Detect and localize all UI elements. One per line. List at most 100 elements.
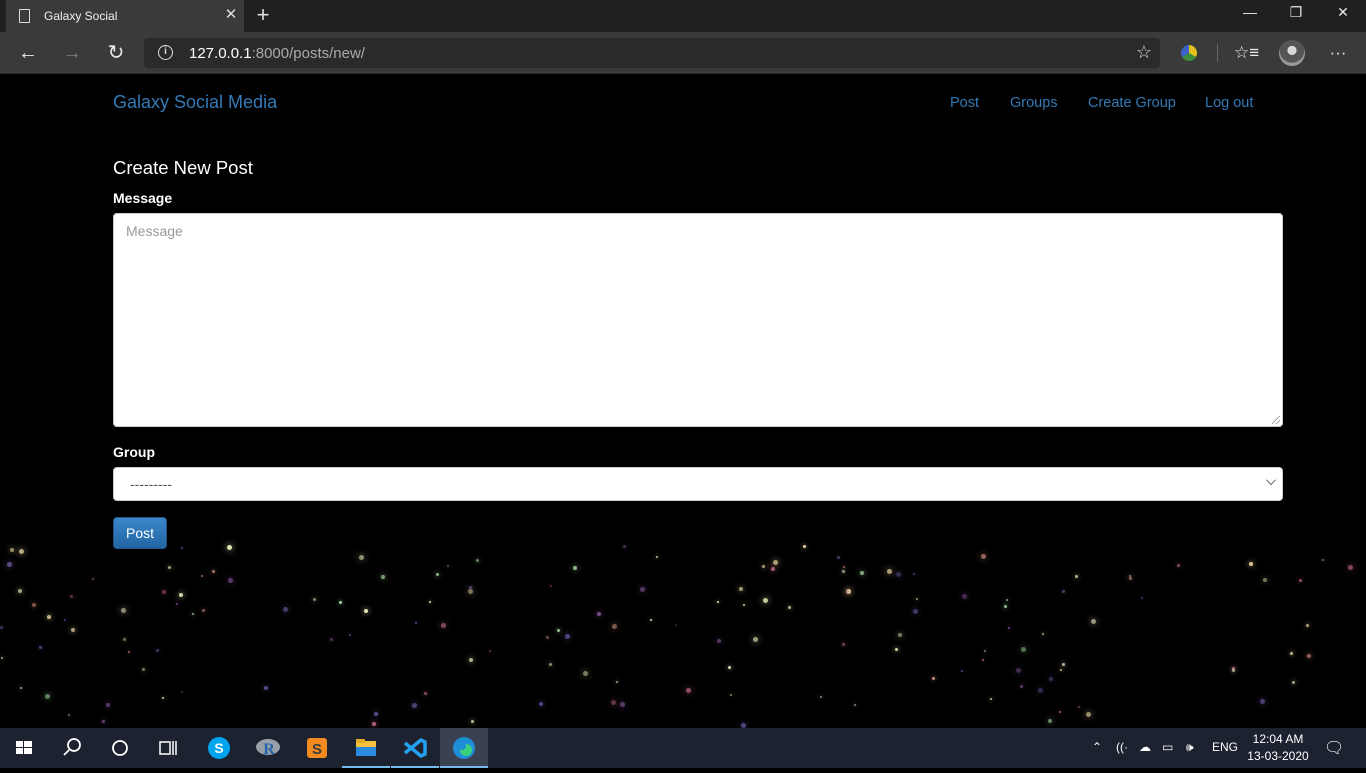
file-explorer-icon[interactable]: [342, 728, 390, 768]
close-window-icon[interactable]: ✕: [1325, 2, 1361, 24]
post-submit-button[interactable]: Post: [113, 517, 167, 549]
background-star: [18, 589, 22, 593]
background-star: [1348, 565, 1353, 570]
background-star: [1062, 663, 1065, 666]
r-language-icon[interactable]: R: [244, 728, 292, 768]
refresh-icon[interactable]: ↻: [102, 40, 130, 66]
background-star: [64, 619, 66, 621]
background-star: [611, 700, 616, 705]
minimize-icon[interactable]: —: [1232, 2, 1268, 24]
background-star: [549, 663, 552, 666]
background-star: [47, 615, 51, 619]
background-star: [162, 697, 164, 699]
background-star: [539, 702, 543, 706]
background-star: [212, 570, 215, 573]
background-star: [896, 572, 901, 577]
close-tab-icon[interactable]: ✕: [224, 7, 238, 23]
background-star: [730, 694, 732, 696]
language-indicator[interactable]: ENG: [1212, 740, 1238, 754]
nav-link-post[interactable]: Post: [950, 95, 979, 111]
background-star: [1263, 578, 1267, 582]
background-star: [283, 607, 288, 612]
start-windows-icon[interactable]: [0, 728, 48, 768]
background-star: [374, 712, 378, 716]
brand-link[interactable]: Galaxy Social Media: [113, 92, 277, 113]
favorite-star-icon[interactable]: ☆: [1136, 42, 1152, 63]
background-star: [372, 722, 376, 726]
background-star: [162, 590, 166, 594]
background-star: [550, 585, 552, 587]
toolbar-divider: [1217, 44, 1218, 62]
background-star: [565, 634, 570, 639]
background-star: [1322, 559, 1324, 561]
back-icon[interactable]: ←: [14, 40, 42, 66]
extension-icon[interactable]: [1178, 40, 1200, 66]
address-bar[interactable]: i 127.0.0.1:8000/posts/new/ ☆: [144, 38, 1160, 68]
background-star: [471, 720, 474, 723]
background-star: [1306, 624, 1309, 627]
background-star: [469, 658, 473, 662]
favorites-icon[interactable]: ☆≡: [1234, 40, 1259, 66]
background-star: [181, 547, 183, 549]
forward-icon[interactable]: →: [58, 40, 86, 66]
restore-icon[interactable]: ❐: [1278, 2, 1314, 24]
background-star: [359, 555, 364, 560]
battery-icon[interactable]: ▭: [1162, 740, 1173, 754]
new-tab-icon[interactable]: +: [253, 4, 273, 26]
background-star: [962, 594, 967, 599]
nav-link-create-group[interactable]: Create Group: [1088, 95, 1176, 111]
sublime-text-icon[interactable]: S: [293, 728, 341, 768]
svg-text:S: S: [312, 741, 322, 758]
background-star: [1016, 668, 1021, 673]
background-star: [675, 624, 677, 626]
volume-icon[interactable]: 🕪: [1186, 740, 1194, 755]
background-star: [916, 598, 918, 600]
background-star: [573, 566, 577, 570]
background-star: [45, 694, 50, 699]
background-star: [546, 636, 549, 639]
notifications-icon[interactable]: 🗨: [1324, 738, 1344, 758]
site-info-icon[interactable]: i: [158, 45, 173, 60]
onedrive-icon[interactable]: ☁: [1139, 740, 1151, 754]
edge-browser-icon[interactable]: [440, 728, 488, 768]
group-selected-value: ---------: [130, 476, 172, 492]
browser-tab[interactable]: Galaxy Social ✕: [6, 0, 244, 32]
background-star: [7, 562, 12, 567]
message-placeholder: Message: [126, 223, 183, 239]
background-star: [860, 571, 864, 575]
skype-icon[interactable]: S: [195, 728, 243, 768]
group-select[interactable]: ---------: [113, 467, 1283, 501]
url-text[interactable]: 127.0.0.1:8000/posts/new/: [189, 45, 365, 62]
system-clock[interactable]: 12:04 AM 13-03-2020: [1246, 731, 1310, 765]
background-star: [846, 590, 849, 593]
background-star: [898, 633, 902, 637]
background-star: [686, 688, 691, 693]
background-star: [227, 545, 232, 550]
background-star: [1299, 579, 1302, 582]
background-star: [842, 643, 845, 646]
profile-avatar[interactable]: [1278, 40, 1306, 66]
search-icon[interactable]: [48, 728, 96, 768]
background-star: [364, 609, 368, 613]
background-star: [202, 609, 205, 612]
background-star: [1292, 681, 1295, 684]
message-textarea[interactable]: Message: [113, 213, 1283, 427]
background-star: [753, 637, 758, 642]
background-star: [339, 601, 342, 604]
background-star: [788, 606, 791, 609]
background-star: [1307, 654, 1311, 658]
nav-link-groups[interactable]: Groups: [1010, 95, 1058, 111]
cortana-icon[interactable]: [96, 728, 144, 768]
vscode-icon[interactable]: [391, 728, 439, 768]
background-star: [32, 603, 36, 607]
resize-handle-icon[interactable]: [1272, 416, 1280, 424]
background-star: [981, 554, 986, 559]
show-hidden-icons-icon[interactable]: ⌃: [1092, 740, 1102, 754]
background-star: [168, 566, 171, 569]
background-star: [1060, 669, 1062, 671]
nav-link-logout[interactable]: Log out: [1205, 95, 1253, 111]
background-star: [990, 698, 992, 700]
network-icon[interactable]: ((·: [1116, 740, 1128, 754]
more-menu-icon[interactable]: ···: [1326, 40, 1350, 66]
task-view-icon[interactable]: [144, 728, 192, 768]
